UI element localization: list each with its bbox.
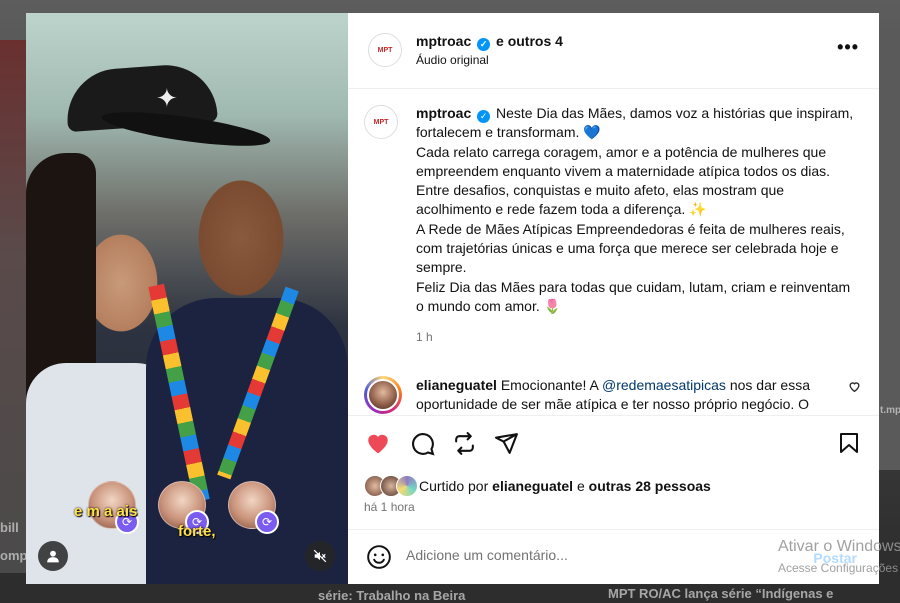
post-header: MPT mptroac ✓ e outros 4 Áudio original … <box>348 13 879 89</box>
more-options-button[interactable]: ••• <box>837 38 859 56</box>
windows-activation-watermark-sub: Acesse Configurações <box>778 561 899 575</box>
background-text: t.mp <box>880 405 900 416</box>
post-video[interactable]: ✦ ⟳ ⟳ ⟳ e m a ais forte, <box>26 13 348 584</box>
speaker-muted-icon <box>313 549 327 563</box>
cap-emblem-icon: ✦ <box>156 83 178 113</box>
heart-outline-icon <box>849 382 860 393</box>
background-feed-left <box>0 40 26 580</box>
comment-text-part: Emocionante! A <box>500 377 599 393</box>
comment-button[interactable] <box>408 429 436 457</box>
audio-link[interactable]: Áudio original <box>416 53 489 67</box>
commenter-avatar[interactable] <box>364 376 402 414</box>
liker-avatars <box>364 475 419 497</box>
collab-others[interactable]: e outros 4 <box>496 33 563 49</box>
mute-button[interactable] <box>305 541 335 571</box>
emoji-button[interactable] <box>366 544 392 570</box>
comments-scroll-area[interactable]: MPT mptroac ✓ Neste Dia das Mães, damos … <box>348 89 879 416</box>
save-button[interactable] <box>835 429 863 457</box>
heart-filled-icon <box>368 434 388 454</box>
comment-item: elianeguatel Emocionante! A @redemaesati… <box>364 376 861 415</box>
user-icon <box>47 550 59 563</box>
liker-avatar <box>396 475 418 497</box>
profile-avatar[interactable]: MPT <box>368 33 402 67</box>
header-username[interactable]: mptroac <box>416 33 471 49</box>
like-button[interactable] <box>364 429 392 457</box>
comment-mention[interactable]: @redemaesatipicas <box>602 377 726 393</box>
comment-input[interactable] <box>406 547 766 563</box>
post-caption: MPT mptroac ✓ Neste Dia das Mães, damos … <box>364 89 861 344</box>
share-button[interactable] <box>492 429 520 457</box>
video-avatar: ⟳ <box>228 481 279 534</box>
repost-button[interactable] <box>450 429 478 457</box>
verified-icon: ✓ <box>477 38 491 51</box>
repost-icon <box>454 431 474 455</box>
likes-connector: e <box>576 478 585 494</box>
send-icon <box>494 432 518 454</box>
tagged-users-button[interactable] <box>38 541 68 571</box>
likes-text: Curtido por elianeguatel e outras 28 pes… <box>419 478 711 494</box>
repost-icon: ⟳ <box>255 510 279 534</box>
caption-username[interactable]: mptroac <box>416 105 471 121</box>
background-text: MPT RO/AC lança série “Indígenas e <box>608 586 834 601</box>
post-actions <box>364 429 863 459</box>
likes-summary: Curtido por elianeguatel e outras 28 pes… <box>364 474 863 498</box>
caption-time[interactable]: 1 h <box>416 328 861 347</box>
comment-icon <box>411 432 434 455</box>
avatar-logo-text: MPT <box>377 46 393 54</box>
post-details-panel: MPT mptroac ✓ e outros 4 Áudio original … <box>348 13 879 584</box>
background-text: série: Trabalho na Beira <box>318 588 466 603</box>
caption-text: mptroac ✓ Neste Dia das Mães, damos voz … <box>416 104 861 348</box>
comment-text: elianeguatel Emocionante! A @redemaesati… <box>416 376 835 415</box>
bookmark-icon <box>840 433 858 453</box>
header-username-line: mptroac ✓ e outros 4 <box>416 33 563 51</box>
post-modal: ✦ ⟳ ⟳ ⟳ e m a ais forte, MPT mptroac ✓ e… <box>26 13 879 584</box>
comment-like-button[interactable] <box>848 380 861 396</box>
video-caption: forte, <box>178 523 216 540</box>
likes-others-link[interactable]: outras 28 pessoas <box>589 478 711 494</box>
emoji-icon <box>367 545 391 569</box>
caption-line: Cada relato carrega coragem, amor e a po… <box>416 143 831 218</box>
video-caption: e m a ais <box>74 503 138 520</box>
windows-activation-watermark: Ativar o Windows <box>778 538 900 555</box>
comment-username[interactable]: elianeguatel <box>416 377 497 393</box>
liker-username[interactable]: elianeguatel <box>492 478 573 494</box>
avatar-logo-text: MPT <box>373 118 389 126</box>
caption-avatar[interactable]: MPT <box>364 105 398 139</box>
likes-prefix: Curtido por <box>419 478 489 494</box>
verified-icon: ✓ <box>477 110 491 123</box>
caption-line: A Rede de Mães Atípicas Empreendedoras é… <box>416 220 845 276</box>
post-time-ago[interactable]: há 1 hora <box>364 500 415 514</box>
background-text: omp <box>0 548 28 563</box>
video-avatar: ⟳ <box>158 481 209 534</box>
caption-line: Feliz Dia das Mães para todas que cuidam… <box>416 278 851 314</box>
background-text: bill <box>0 520 19 535</box>
